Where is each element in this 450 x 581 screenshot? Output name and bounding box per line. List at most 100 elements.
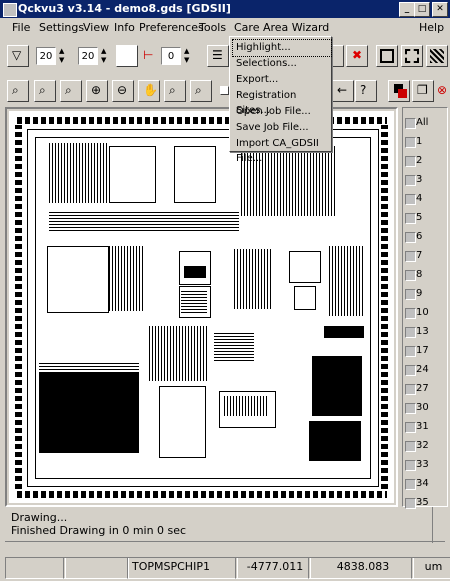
pad-ring-left <box>15 125 22 489</box>
zoom-button-8[interactable]: ⌕ <box>190 80 212 102</box>
menu-item-highlight[interactable]: Highlight... <box>232 39 332 57</box>
layer-row[interactable]: 31 <box>403 421 447 435</box>
layer-checkbox[interactable] <box>405 289 416 300</box>
layer-row[interactable]: 32 <box>403 440 447 454</box>
filter-button[interactable]: ▽ <box>7 45 29 67</box>
layer-label: 9 <box>416 288 423 299</box>
layer-checkbox[interactable] <box>405 156 416 167</box>
minimize-icon[interactable]: _ <box>399 2 415 17</box>
layer-row[interactable]: 10 <box>403 307 447 321</box>
layer-row-all[interactable]: All <box>403 117 447 131</box>
block-filled-3 <box>39 373 139 453</box>
layer-row[interactable]: 17 <box>403 345 447 359</box>
layer-checkbox[interactable] <box>405 422 416 433</box>
close-icon[interactable]: ✕ <box>432 2 448 17</box>
block-filled-4 <box>309 421 361 461</box>
grid-toggle-icon[interactable]: ⊢ <box>143 47 157 65</box>
axis-icon: ⊢ <box>143 48 154 62</box>
menu-view[interactable]: View <box>83 21 109 34</box>
maximize-icon[interactable]: □ <box>414 2 430 17</box>
pan-button[interactable]: ✋ <box>138 80 160 102</box>
menu-settings[interactable]: Settings <box>39 21 84 34</box>
menu-preferences[interactable]: Preferences <box>139 21 204 34</box>
horizontal-scrollbar[interactable] <box>5 541 445 555</box>
layer-checkbox[interactable] <box>405 118 416 129</box>
layer-checkbox[interactable] <box>405 137 416 148</box>
layer-checkbox[interactable] <box>405 346 416 357</box>
layer-checkbox[interactable] <box>405 251 416 262</box>
layer-row[interactable]: 33 <box>403 459 447 473</box>
status-y-coord: 4838.083 <box>308 557 414 579</box>
menu-item-registration-sites[interactable]: Registration Sites... <box>233 88 331 116</box>
layer-checkbox[interactable] <box>405 270 416 281</box>
layer-checkbox[interactable] <box>405 175 416 186</box>
menu-item-open-job-file[interactable]: Open Job File... <box>233 104 331 120</box>
zoom-button-1[interactable]: ⌕ <box>7 80 29 102</box>
layer-row[interactable]: 24 <box>403 364 447 378</box>
spin-field-3[interactable]: 0 <box>161 47 181 65</box>
menu-tools[interactable]: Tools <box>199 21 226 34</box>
spin-field-1[interactable]: 20 <box>36 47 56 65</box>
layer-checkbox[interactable] <box>405 327 416 338</box>
fill-mode-button[interactable] <box>426 45 448 67</box>
layer-row[interactable]: 3 <box>403 174 447 188</box>
zoom-in-button[interactable]: ⊕ <box>86 80 108 102</box>
layer-checkbox[interactable] <box>405 365 416 376</box>
layer-checkbox[interactable] <box>405 213 416 224</box>
layer-checkbox[interactable] <box>405 308 416 319</box>
menu-info[interactable]: Info <box>114 21 135 34</box>
menu-item-save-job-file[interactable]: Save Job File... <box>233 120 331 136</box>
layer-checkbox[interactable] <box>405 384 416 395</box>
zoom-button-2[interactable]: ⌕ <box>34 80 56 102</box>
menu-file[interactable]: File <box>12 21 30 34</box>
square-hatch-icon <box>430 49 444 63</box>
copy-button[interactable]: ❐ <box>412 80 434 102</box>
query-button[interactable]: ? <box>355 80 377 102</box>
spin-1-arrows[interactable]: ▲ ▼ <box>59 47 65 65</box>
layer-row[interactable]: 7 <box>403 250 447 264</box>
menu-care-area-wizard[interactable]: Care Area Wizard <box>234 21 329 34</box>
color-swatch-button[interactable] <box>116 45 138 67</box>
layer-checkbox[interactable] <box>405 460 416 471</box>
layer-row[interactable]: 35 <box>403 497 447 509</box>
layer-row[interactable]: 8 <box>403 269 447 283</box>
layer-checkbox[interactable] <box>405 194 416 205</box>
message-area: Drawing... Finished Drawing in 0 min 0 s… <box>5 507 445 543</box>
zoom-in-icon: ⊕ <box>91 83 102 97</box>
back-button[interactable]: ← <box>332 80 354 102</box>
layer-color-button[interactable] <box>388 80 410 102</box>
zoom-out-button[interactable]: ⊖ <box>112 80 134 102</box>
dashed-mode-button[interactable] <box>401 45 423 67</box>
measure-button[interactable]: ⌕ <box>164 80 186 102</box>
layer-row[interactable]: 1 <box>403 136 447 150</box>
menu-item-selections[interactable]: Selections... <box>233 56 331 72</box>
small-checkbox[interactable] <box>220 86 229 95</box>
message-scrollbar[interactable] <box>432 507 443 543</box>
toolbar-button-a[interactable] <box>332 45 344 67</box>
spin-2-arrows[interactable]: ▲ ▼ <box>101 47 107 65</box>
layer-row[interactable]: 4 <box>403 193 447 207</box>
layer-checkbox[interactable] <box>405 232 416 243</box>
menu-item-import-ca-gdsii[interactable]: Import CA_GDSII File... <box>233 136 331 164</box>
outline-mode-button[interactable] <box>376 45 398 67</box>
menu-help[interactable]: Help <box>419 21 444 34</box>
layer-row[interactable]: 13 <box>403 326 447 340</box>
spin-3-arrows[interactable]: ▲ ▼ <box>184 47 190 65</box>
layer-row[interactable]: 5 <box>403 212 447 226</box>
stop-button[interactable]: ⊗ <box>437 80 449 102</box>
layers-button[interactable]: ☰ <box>207 45 229 67</box>
zoom-button-3[interactable]: ⌕ <box>60 80 82 102</box>
layout-canvas[interactable] <box>9 111 394 503</box>
layer-row[interactable]: 27 <box>403 383 447 397</box>
layer-row[interactable]: 30 <box>403 402 447 416</box>
layer-checkbox[interactable] <box>405 441 416 452</box>
layer-row[interactable]: 2 <box>403 155 447 169</box>
layer-checkbox[interactable] <box>405 403 416 414</box>
layer-row[interactable]: 34 <box>403 478 447 492</box>
layer-row[interactable]: 6 <box>403 231 447 245</box>
spin-field-2[interactable]: 20 <box>78 47 98 65</box>
layer-checkbox[interactable] <box>405 479 416 490</box>
layer-row[interactable]: 9 <box>403 288 447 302</box>
menu-item-export[interactable]: Export... <box>233 72 331 88</box>
clear-button[interactable]: ✖ <box>346 45 368 67</box>
